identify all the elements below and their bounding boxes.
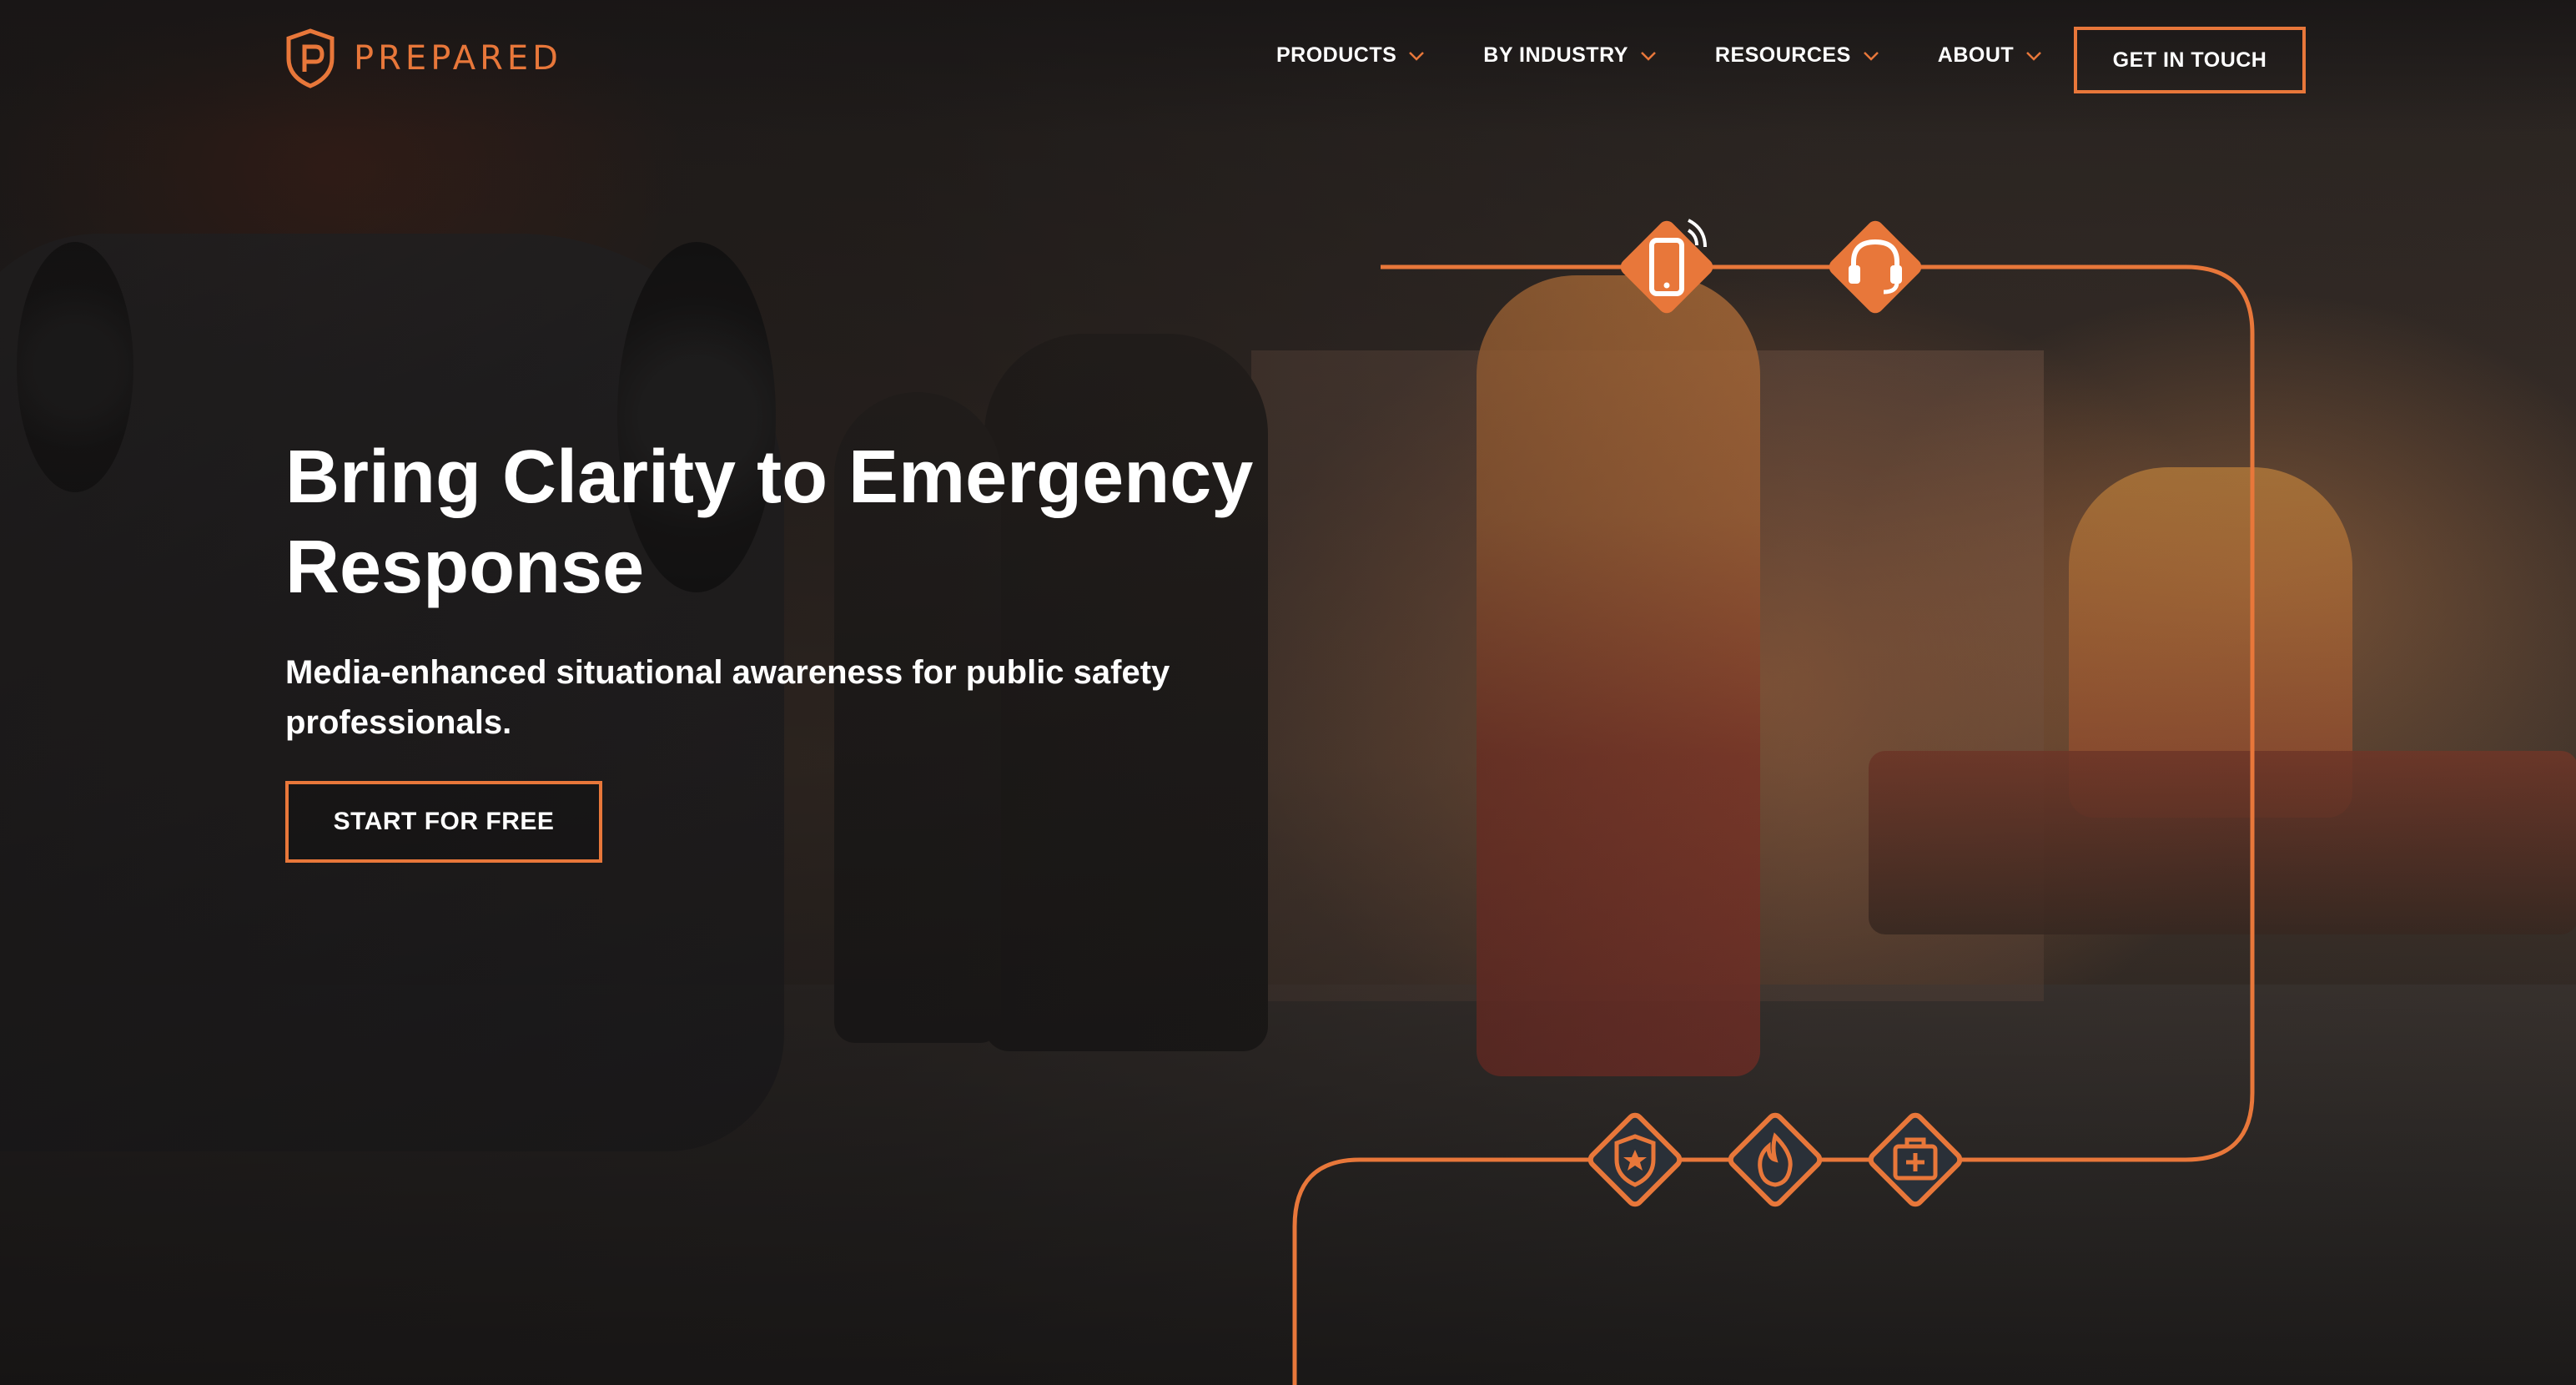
logo[interactable]: PREPARED (285, 28, 562, 88)
nav-item-label: RESOURCES (1714, 43, 1851, 67)
fire-icon (1728, 1112, 1823, 1207)
nav-item-label: PRODUCTS (1276, 43, 1397, 67)
hero-section: PREPARED PRODUCTS BY INDUSTRY RESOURCES … (0, 0, 2576, 1385)
headline-line: Bring Clarity to Emergency (285, 436, 1254, 519)
hero-headline: Bring Clarity to Emergency Response (285, 432, 1370, 612)
nav-item-by-industry[interactable]: BY INDUSTRY (1483, 43, 1657, 68)
site-header: PREPARED PRODUCTS BY INDUSTRY RESOURCES … (0, 0, 2576, 117)
main-nav: PRODUCTS BY INDUSTRY RESOURCES ABOUT (1276, 43, 2101, 68)
hero-subhead: Media-enhanced situational awareness for… (285, 647, 1303, 748)
chevron-down-icon (1409, 51, 1425, 61)
nav-item-label: BY INDUSTRY (1483, 43, 1628, 67)
nav-item-products[interactable]: PRODUCTS (1276, 43, 1425, 68)
nav-item-about[interactable]: ABOUT (1938, 43, 2042, 68)
police-badge-icon (1587, 1112, 1683, 1207)
headline-line: Response (285, 526, 645, 609)
mobile-phone-icon (1620, 219, 1713, 314)
nav-item-label: ABOUT (1937, 43, 2015, 67)
subhead-line: Media-enhanced situational awareness for… (285, 654, 1170, 691)
headset-icon (1829, 220, 1922, 314)
start-for-free-button[interactable]: START FOR FREE (285, 781, 602, 863)
medical-kit-icon (1868, 1112, 1963, 1207)
chevron-down-icon (2026, 51, 2042, 61)
get-in-touch-button[interactable]: GET IN TOUCH (2074, 27, 2306, 93)
chevron-down-icon (1863, 51, 1879, 61)
shield-p-icon (286, 28, 335, 88)
nav-item-resources[interactable]: RESOURCES (1715, 43, 1879, 68)
chevron-down-icon (1641, 51, 1656, 61)
subhead-line: professionals. (285, 704, 512, 741)
logo-text: PREPARED (354, 39, 562, 78)
